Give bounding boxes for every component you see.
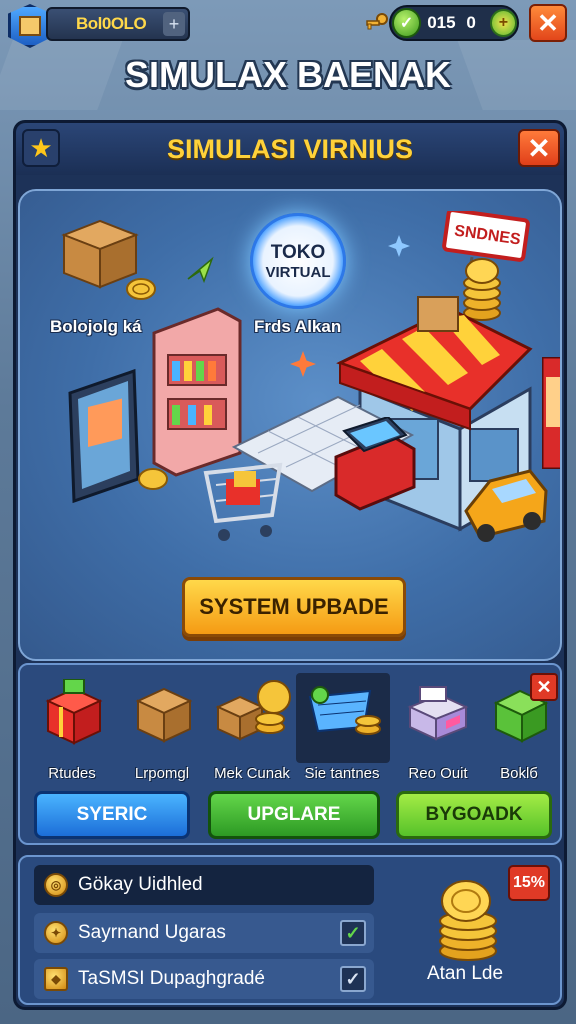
shield-badge-icon: ◆ [44, 967, 68, 991]
coin-stack-icon [439, 880, 497, 961]
gift-box-icon [45, 679, 103, 745]
task-text: Sayrnand Ugaras [78, 922, 226, 943]
tasks-panel: ◎ Gökay Uidhled ✦ Sayrnand Ugaras ✓ ◆ Ta… [18, 855, 562, 1005]
shopping-cart-icon [203, 462, 283, 541]
percent-badge: 15% [508, 865, 550, 901]
toko-subtitle: VIRTUAL [265, 263, 331, 281]
gold-coin-icon [138, 468, 168, 490]
key-icon [366, 13, 388, 30]
task-row[interactable]: ✦ Sayrnand Ugaras ✓ [34, 913, 374, 953]
check-coin-icon: ✓ [392, 8, 422, 38]
tablet-icon [68, 368, 140, 504]
badge-icon: ✦ [44, 921, 68, 945]
close-game-button[interactable]: ✕ [529, 4, 567, 42]
sparkle-icon [388, 235, 410, 257]
item-slot-sie-tantnes[interactable]: Sie tantnes [296, 673, 390, 782]
item-label: Boklб [500, 765, 538, 782]
boxes-coins-icon [215, 680, 291, 741]
panel-title: SIMULASI VIRNIUS [166, 134, 414, 164]
items-panel: Rtudes Lrpomgl Mek Cunak Sie tantnes Reo… [18, 663, 562, 845]
scene-label-mid: Frds Alkan [254, 317, 342, 336]
task-checkbox[interactable]: ✓ [340, 920, 366, 946]
item-label: Mek Cunak [214, 765, 290, 782]
task-text: Gökay Uidhled [78, 874, 203, 895]
simulation-panel: ★ SIMULASI VIRNIUS ✕ Bolojolg ká TOKO VI… [13, 120, 567, 1010]
sparkle-icon [290, 351, 316, 377]
check-icon: ✓ [345, 968, 361, 989]
item-label: Lrpomgl [134, 765, 190, 782]
task-row[interactable]: ◎ Gökay Uidhled [34, 865, 374, 905]
syeric-button[interactable]: SYERIC [34, 791, 190, 839]
printer-icon [407, 686, 469, 741]
item-label: Sie tantnes [304, 765, 380, 782]
cardboard-box-icon [135, 687, 193, 743]
game-title: SIMULAX BAENAK [124, 54, 451, 95]
task-row[interactable]: ◆ TaSMSI Dupaghgradé ✓ [34, 959, 374, 999]
item-label: Reo Ouit [408, 765, 468, 782]
add-gem-button[interactable]: + [489, 9, 517, 37]
gem-secondary-value: 0 [466, 13, 476, 32]
item-label: Rtudes [48, 765, 96, 782]
star-icon[interactable]: ★ [22, 129, 60, 167]
box-emblem-icon [19, 16, 41, 36]
item-slot-lrpomgl[interactable]: Lrpomgl [116, 673, 210, 782]
item-slot-rtudes[interactable]: Rtudes [26, 673, 120, 782]
scene-label-left: Bolojolg ká [50, 317, 142, 336]
toko-title: TOKO [270, 241, 326, 263]
add-currency-button[interactable]: + [163, 12, 185, 36]
gold-coin-icon [126, 278, 156, 300]
gem-counter: ✓ 015 0 + [389, 5, 519, 41]
car-icon [464, 469, 548, 542]
cash-register-icon [334, 417, 416, 511]
bygoadk-button[interactable]: BYGOADK [396, 791, 552, 839]
upglare-button[interactable]: UPGLARE [208, 791, 380, 839]
panel-header: ★ SIMULASI VIRNIUS ✕ [16, 123, 564, 175]
currency-counter: Bol0OLO + [46, 7, 190, 41]
currency-value: Bol0OLO [76, 14, 147, 33]
vending-machine-icon [542, 357, 560, 469]
system-upgrade-button[interactable]: SYSTEM UPBADE [182, 577, 406, 637]
items-close-button[interactable]: ✕ [530, 673, 558, 701]
arrow-icon [187, 256, 214, 283]
task-text: TaSMSI Dupaghgradé [78, 968, 265, 989]
item-slot-mek-cunak[interactable]: Mek Cunak [206, 673, 300, 782]
task-checkbox[interactable]: ✓ [340, 966, 366, 992]
check-icon: ✓ [345, 922, 361, 943]
gem-value: 015 [427, 13, 456, 32]
reward-label: Atan Lde [426, 963, 504, 984]
top-bar: Bol0OLO + ✓ 015 0 + ✕ [0, 0, 576, 50]
store-scene: Bolojolg ká TOKO VIRTUAL Frds Alkan SNDN… [18, 189, 562, 661]
cart-coins-icon [308, 686, 381, 735]
coin-icon: ◎ [44, 873, 68, 897]
panel-close-button[interactable]: ✕ [518, 129, 560, 167]
item-slot-reo-ouit[interactable]: Reo Ouit [392, 673, 486, 782]
